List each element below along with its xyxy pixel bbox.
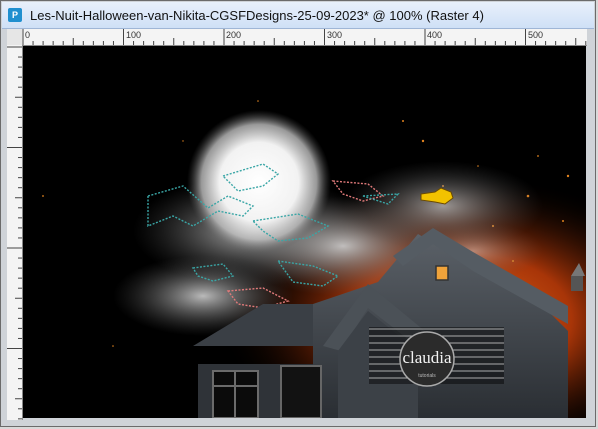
horizontal-ruler-scale: 0 100 200 300 400 500: [22, 29, 587, 45]
horizontal-ruler[interactable]: 0 100 200 300 400 500: [22, 29, 587, 46]
vertical-ruler[interactable]: [7, 45, 23, 420]
app-icon: P: [8, 8, 22, 22]
vertical-ruler-scale: [7, 46, 22, 420]
ruler-label-400: 400: [427, 30, 442, 40]
ruler-label-0: 0: [25, 30, 30, 40]
halloween-artwork: claudia tutorials: [23, 46, 586, 418]
watermark-subtitle: tutorials: [418, 373, 436, 379]
ruler-corner: [7, 29, 23, 46]
full-moon: [187, 110, 331, 254]
image-window: P Les-Nuit-Halloween-van-Nikita-CGSFDesi…: [0, 0, 596, 427]
ruler-label-100: 100: [126, 30, 141, 40]
window-title: Les-Nuit-Halloween-van-Nikita-CGSFDesign…: [30, 7, 484, 23]
watermark-name: claudia: [402, 348, 452, 367]
image-canvas[interactable]: claudia tutorials: [23, 46, 586, 418]
ruler-label-300: 300: [327, 30, 342, 40]
ruler-label-500: 500: [528, 30, 543, 40]
window-titlebar[interactable]: P Les-Nuit-Halloween-van-Nikita-CGSFDesi…: [2, 2, 594, 29]
ruler-label-200: 200: [226, 30, 241, 40]
claudia-watermark: claudia tutorials: [369, 327, 504, 387]
